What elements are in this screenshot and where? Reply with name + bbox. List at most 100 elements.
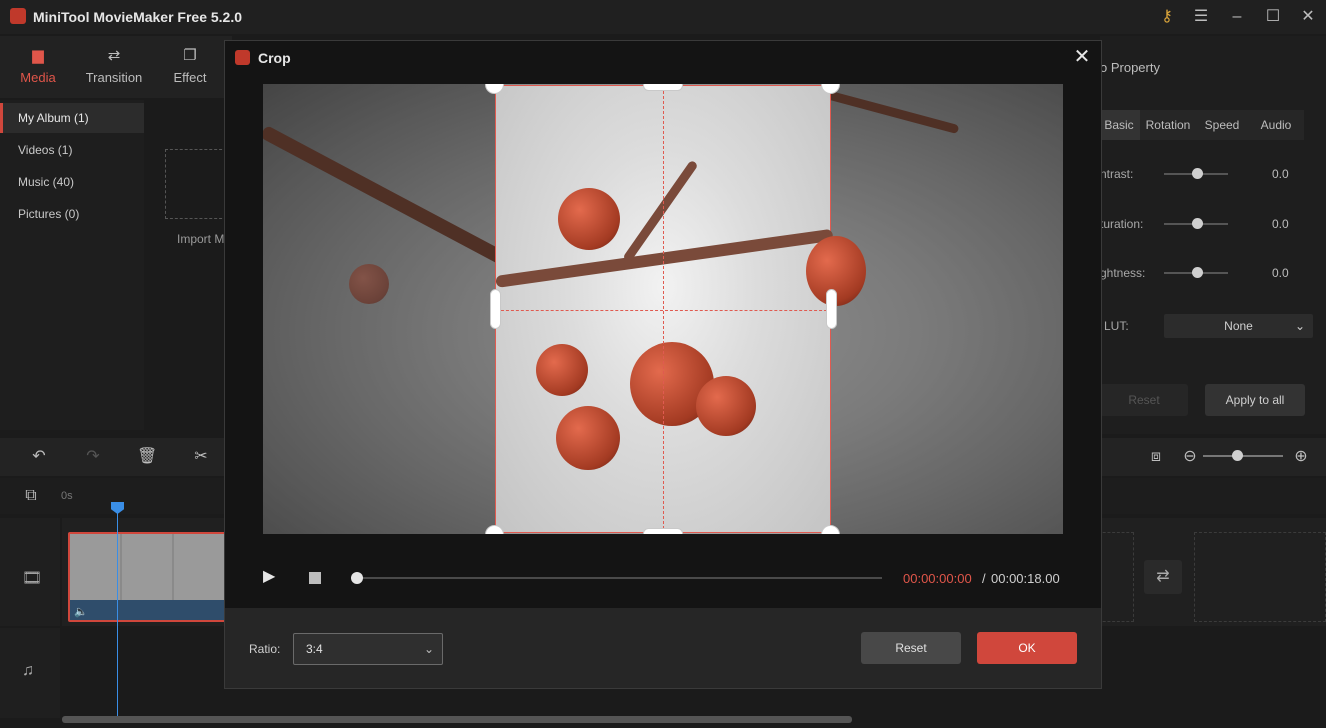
- video-track-header: 🎞: [0, 518, 60, 626]
- tab-effect-label: Effect: [173, 70, 207, 85]
- nav-pictures[interactable]: Pictures (0): [0, 199, 144, 229]
- crop-logo-icon: [235, 50, 250, 65]
- crop-handle-left[interactable]: [490, 289, 501, 329]
- brightness-value: 0.0: [1272, 266, 1289, 280]
- maximize-button[interactable]: ☐: [1261, 6, 1285, 28]
- nav-music[interactable]: Music (40): [0, 167, 144, 197]
- seek-knob[interactable]: [351, 572, 363, 584]
- timeline-zero-label: 0s: [61, 490, 73, 502]
- crop-handle-bottom[interactable]: [643, 528, 683, 534]
- clip-waveform: [70, 600, 226, 620]
- ratio-label: Ratio:: [249, 642, 281, 656]
- minimize-button[interactable]: –: [1225, 6, 1249, 28]
- undo-icon[interactable]: ↶: [29, 447, 49, 467]
- empty-clip-slot[interactable]: [1194, 532, 1326, 622]
- video-preview: [263, 84, 1063, 534]
- lut-select[interactable]: None ⌄: [1164, 314, 1313, 338]
- berry-shape: [556, 406, 620, 470]
- film-icon: 🎞: [22, 570, 43, 587]
- tab-speed[interactable]: Speed: [1196, 110, 1248, 140]
- brightness-knob[interactable]: [1192, 267, 1203, 278]
- effect-icon: ❐: [183, 47, 197, 64]
- chevron-down-icon: ⌄: [1294, 319, 1305, 333]
- video-clip[interactable]: 🔈: [68, 532, 228, 622]
- fit-icon[interactable]: ⧈: [1146, 447, 1166, 467]
- tab-audio[interactable]: Audio: [1248, 110, 1304, 140]
- property-title: o Property: [1100, 60, 1160, 75]
- apply-to-all-button[interactable]: Apply to all: [1205, 384, 1305, 416]
- title-bar: MiniTool MovieMaker Free 5.2.0 ⚷ ☰ – ☐ ✕: [0, 0, 1326, 34]
- time-separator: /: [982, 571, 986, 586]
- zoom-knob[interactable]: [1232, 450, 1243, 461]
- lut-value: None: [1224, 319, 1253, 333]
- seek-bar[interactable]: [356, 577, 882, 579]
- delete-icon[interactable]: 🗑: [137, 447, 157, 467]
- lut-label: LUT:: [1104, 319, 1129, 333]
- saturation-label: turation:: [1100, 217, 1144, 231]
- add-track-icon[interactable]: ⧉: [21, 486, 41, 506]
- time-current: 00:00:00:00: [903, 571, 972, 586]
- crop-mask-left: [263, 84, 495, 534]
- swap-icon[interactable]: ⇄: [1144, 560, 1182, 594]
- play-icon[interactable]: ▶: [263, 568, 279, 586]
- import-media-label: Import M: [177, 232, 225, 246]
- brightness-row: ghtness: 0.0: [1100, 263, 1300, 283]
- app-logo-icon: [10, 8, 26, 24]
- app-title: MiniTool MovieMaker Free 5.2.0: [33, 9, 243, 25]
- saturation-row: turation: 0.0: [1100, 214, 1300, 234]
- import-media-box[interactable]: [165, 149, 227, 219]
- saturation-value: 0.0: [1272, 217, 1289, 231]
- media-sidebar: My Album (1) Videos (1) Music (40) Pictu…: [0, 100, 144, 430]
- transition-slot[interactable]: [1098, 532, 1134, 622]
- close-window-button[interactable]: ✕: [1296, 6, 1320, 28]
- zoom-out-icon[interactable]: ⊖: [1180, 447, 1200, 467]
- nav-videos[interactable]: Videos (1): [0, 135, 144, 165]
- crop-reset-button[interactable]: Reset: [861, 632, 961, 664]
- tab-effect[interactable]: ❐ Effect: [152, 36, 228, 98]
- tab-rotation[interactable]: Rotation: [1140, 110, 1196, 140]
- split-icon[interactable]: ✂: [191, 447, 211, 467]
- nav-my-album[interactable]: My Album (1): [0, 103, 144, 133]
- property-tabs: Basic Rotation Speed Audio: [1098, 110, 1304, 140]
- playhead[interactable]: [117, 504, 118, 718]
- zoom-in-icon[interactable]: ⊕: [1291, 447, 1311, 467]
- branch-shape: [495, 228, 834, 288]
- audio-track-header: ♫: [0, 628, 60, 718]
- crop-title: Crop: [258, 50, 291, 66]
- crop-ok-button[interactable]: OK: [977, 632, 1077, 664]
- folder-icon: ▆: [32, 47, 44, 64]
- contrast-row: ntrast: 0.0: [1100, 164, 1300, 184]
- key-icon[interactable]: ⚷: [1155, 6, 1179, 28]
- property-reset-button[interactable]: Reset: [1100, 384, 1188, 416]
- saturation-knob[interactable]: [1192, 218, 1203, 229]
- tab-transition[interactable]: ⇄ Transition: [76, 36, 152, 98]
- property-panel: [1100, 36, 1326, 434]
- brightness-label: ghtness:: [1100, 266, 1146, 280]
- time-total: 00:00:18.00: [991, 571, 1060, 586]
- tab-basic[interactable]: Basic: [1098, 110, 1140, 140]
- crop-handle-right[interactable]: [826, 289, 837, 329]
- crop-mask-right: [831, 84, 1063, 534]
- horizontal-scrollbar[interactable]: [62, 716, 852, 723]
- crop-guide-horizontal: [496, 310, 832, 311]
- volume-icon[interactable]: 🔈: [74, 605, 88, 618]
- ratio-select[interactable]: 3:4 ⌄: [293, 633, 443, 665]
- berry-shape: [558, 188, 620, 250]
- ratio-value: 3:4: [306, 642, 323, 656]
- close-icon[interactable]: ✕: [1071, 46, 1093, 68]
- branch-shape: [622, 159, 699, 264]
- tab-media[interactable]: ▆ Media: [0, 36, 76, 98]
- berry-shape: [536, 344, 588, 396]
- tab-transition-label: Transition: [85, 70, 143, 85]
- contrast-knob[interactable]: [1192, 168, 1203, 179]
- stop-icon[interactable]: [309, 572, 321, 584]
- crop-handle-top[interactable]: [643, 84, 683, 91]
- crop-area[interactable]: [495, 85, 866, 534]
- menu-icon[interactable]: ☰: [1189, 6, 1213, 28]
- crop-header: Crop ✕: [225, 41, 1101, 75]
- redo-icon[interactable]: ↷: [83, 447, 103, 467]
- top-tabs: ▆ Media ⇄ Transition ❐ Effect: [0, 36, 232, 98]
- zoom-slider[interactable]: [1203, 455, 1283, 457]
- music-icon: ♫: [22, 662, 34, 679]
- transition-icon: ⇄: [107, 47, 121, 64]
